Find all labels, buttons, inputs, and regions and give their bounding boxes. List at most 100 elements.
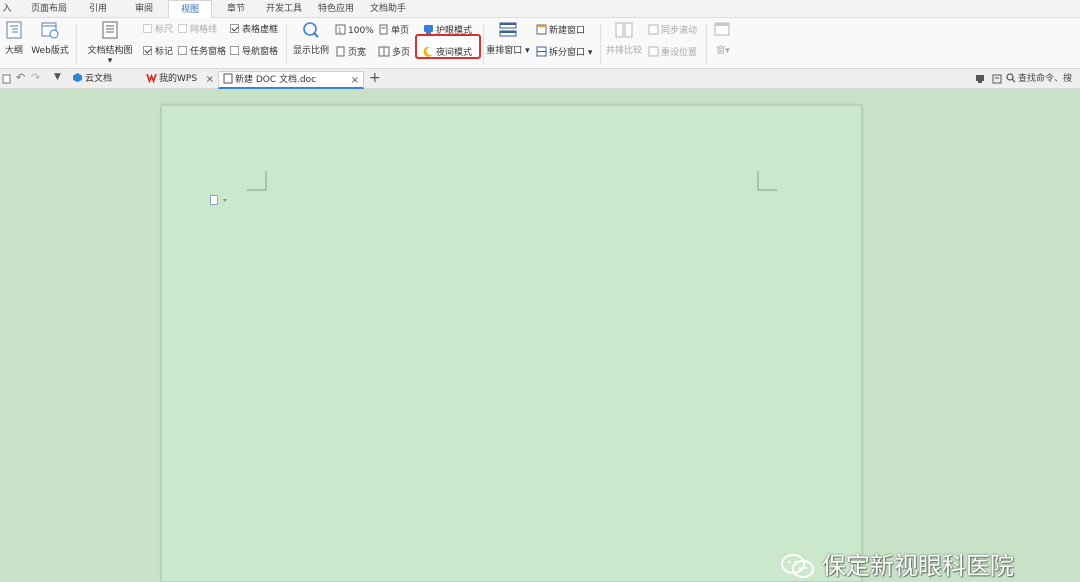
split-window-button[interactable]: 拆分窗口 ▾: [536, 46, 592, 59]
new-tab-plus-icon[interactable]: +: [369, 69, 381, 87]
zoom-button[interactable]: 显示比例: [291, 21, 331, 56]
separator: [483, 24, 484, 64]
web-layout-icon: [41, 22, 59, 39]
new-document-icon[interactable]: [2, 74, 12, 84]
task-pane-label: 任务窗格: [190, 47, 227, 57]
tab-section[interactable]: 章节: [218, 0, 254, 18]
settings-icon[interactable]: [992, 74, 1002, 84]
outline-icon: [6, 21, 22, 39]
search-label: 查找命令、搜: [1018, 74, 1073, 84]
redo-icon[interactable]: ↷: [31, 71, 40, 84]
zoom-100-icon: 1: [335, 24, 346, 35]
sync-scroll-button[interactable]: 同步滚动: [648, 24, 697, 37]
doc-tab-label: 我的WPS: [159, 74, 198, 84]
single-page-icon: [379, 24, 388, 35]
undo-icon[interactable]: ↶: [16, 71, 25, 84]
single-page-button[interactable]: 单页: [378, 24, 409, 37]
document-workspace[interactable]: [0, 89, 1080, 582]
arrange-windows-label: 重排窗口: [486, 46, 523, 56]
doc-structure-label: 文档结构图: [87, 46, 133, 56]
sync-scroll-icon: [648, 24, 659, 35]
separator: [600, 24, 601, 64]
feedback-icon[interactable]: [975, 74, 985, 84]
ribbon-view: 大纲 Web版式 文档结构图 ▾ 标尺 标记 网格线 任务窗格 表格虚框 导航窗…: [0, 18, 1080, 69]
web-layout-button[interactable]: Web版式: [30, 21, 70, 56]
side-by-side-button[interactable]: 并排比较: [604, 21, 644, 56]
task-pane-checkbox[interactable]: 任务窗格: [178, 46, 226, 58]
checkbox-icon: [230, 46, 239, 55]
doc-tab-label: 云文档: [85, 74, 113, 84]
tab-references[interactable]: 引用: [80, 0, 116, 18]
single-page-label: 单页: [391, 26, 410, 36]
wechat-logo-icon: [781, 554, 814, 578]
tab-doc-assistant[interactable]: 文档助手: [362, 0, 414, 18]
new-window-button[interactable]: 新建窗口: [536, 24, 585, 37]
switch-window-label: 窗: [716, 46, 726, 56]
document-page[interactable]: [161, 105, 862, 582]
nav-pane-checkbox[interactable]: 导航窗格: [230, 46, 278, 58]
watermark-text: 保定新视眼科医院: [822, 552, 1014, 580]
checkbox-checked-icon: [143, 46, 152, 55]
separator: [706, 24, 707, 64]
gridlines-checkbox[interactable]: 网格线: [178, 24, 217, 36]
svg-text:1: 1: [338, 27, 342, 35]
checkbox-checked-icon: [230, 24, 239, 33]
doc-tab-active[interactable]: 新建 DOC 文档.doc ×: [218, 71, 364, 89]
moon-icon: [423, 46, 433, 57]
new-window-icon: [536, 24, 547, 35]
switch-window-button[interactable]: 窗▾: [710, 21, 736, 56]
search-icon: [1006, 73, 1016, 83]
menu-tab-bar: 入 页面布局 引用 审阅 视图 章节 开发工具 特色应用 文档助手: [0, 0, 1080, 19]
reset-position-label: 重设位置: [661, 48, 698, 58]
tab-page-layout[interactable]: 页面布局: [24, 0, 74, 18]
page-width-button[interactable]: 页宽: [335, 46, 366, 59]
outline-label: 大纲: [4, 46, 23, 56]
ruler-checkbox[interactable]: 标尺: [143, 24, 173, 36]
new-window-label: 新建窗口: [549, 26, 586, 36]
gridlines-label: 网格线: [190, 25, 218, 35]
checkbox-icon: [178, 24, 187, 33]
tab-view[interactable]: 视图: [168, 0, 212, 19]
doc-tab-label: 新建 DOC 文档.doc: [235, 75, 317, 85]
close-icon[interactable]: ×: [206, 71, 214, 88]
markup-checkbox[interactable]: 标记: [143, 46, 173, 58]
arrange-windows-button[interactable]: 重排窗口 ▾: [486, 21, 530, 56]
doc-file-icon: [223, 73, 233, 84]
tab-special-apps[interactable]: 特色应用: [310, 0, 362, 18]
multi-page-button[interactable]: 多页: [378, 46, 410, 59]
multi-page-label: 多页: [392, 48, 411, 58]
tab-developer[interactable]: 开发工具: [258, 0, 310, 18]
page-width-icon: [336, 46, 345, 57]
split-window-icon: [536, 46, 547, 57]
table-gridlines-checkbox[interactable]: 表格虚框: [230, 24, 278, 36]
nav-pane-label: 导航窗格: [242, 47, 279, 57]
doc-structure-button[interactable]: 文档结构图 ▾: [84, 21, 136, 66]
checkbox-icon: [178, 46, 187, 55]
reset-position-button[interactable]: 重设位置: [648, 46, 697, 59]
multi-page-icon: [378, 46, 390, 57]
margin-corner-top-right: [757, 171, 777, 191]
wps-logo-icon: [146, 73, 157, 83]
separator: [286, 24, 287, 64]
doc-tab-my-wps[interactable]: 我的WPS ×: [144, 71, 218, 89]
paragraph-layout-icon[interactable]: [210, 195, 230, 205]
zoom-100-button[interactable]: 1 100%: [335, 24, 374, 37]
ruler-label: 标尺: [155, 25, 174, 35]
outline-button[interactable]: 大纲: [2, 21, 26, 56]
night-mode-button[interactable]: 夜间模式: [423, 46, 472, 59]
markup-label: 标记: [155, 47, 174, 57]
night-mode-label: 夜间模式: [436, 48, 473, 58]
chevron-down-icon: ▾: [585, 48, 593, 58]
tab-review[interactable]: 审阅: [124, 0, 164, 18]
tab-insert[interactable]: 入: [0, 0, 14, 18]
eye-protection-button[interactable]: 护眼模式: [423, 24, 472, 37]
switch-window-icon: [714, 22, 730, 36]
search-command-input[interactable]: 查找命令、搜: [1006, 71, 1080, 87]
zoom-100-label: 100%: [348, 26, 374, 36]
close-icon[interactable]: ×: [351, 72, 359, 89]
doc-tab-cloud[interactable]: 云文档: [68, 71, 144, 89]
chevron-down-icon: ▾: [522, 46, 530, 56]
quick-access-dropdown-icon[interactable]: ▼: [54, 72, 61, 82]
eye-protection-label: 护眼模式: [436, 26, 473, 36]
sync-scroll-label: 同步滚动: [661, 26, 698, 36]
